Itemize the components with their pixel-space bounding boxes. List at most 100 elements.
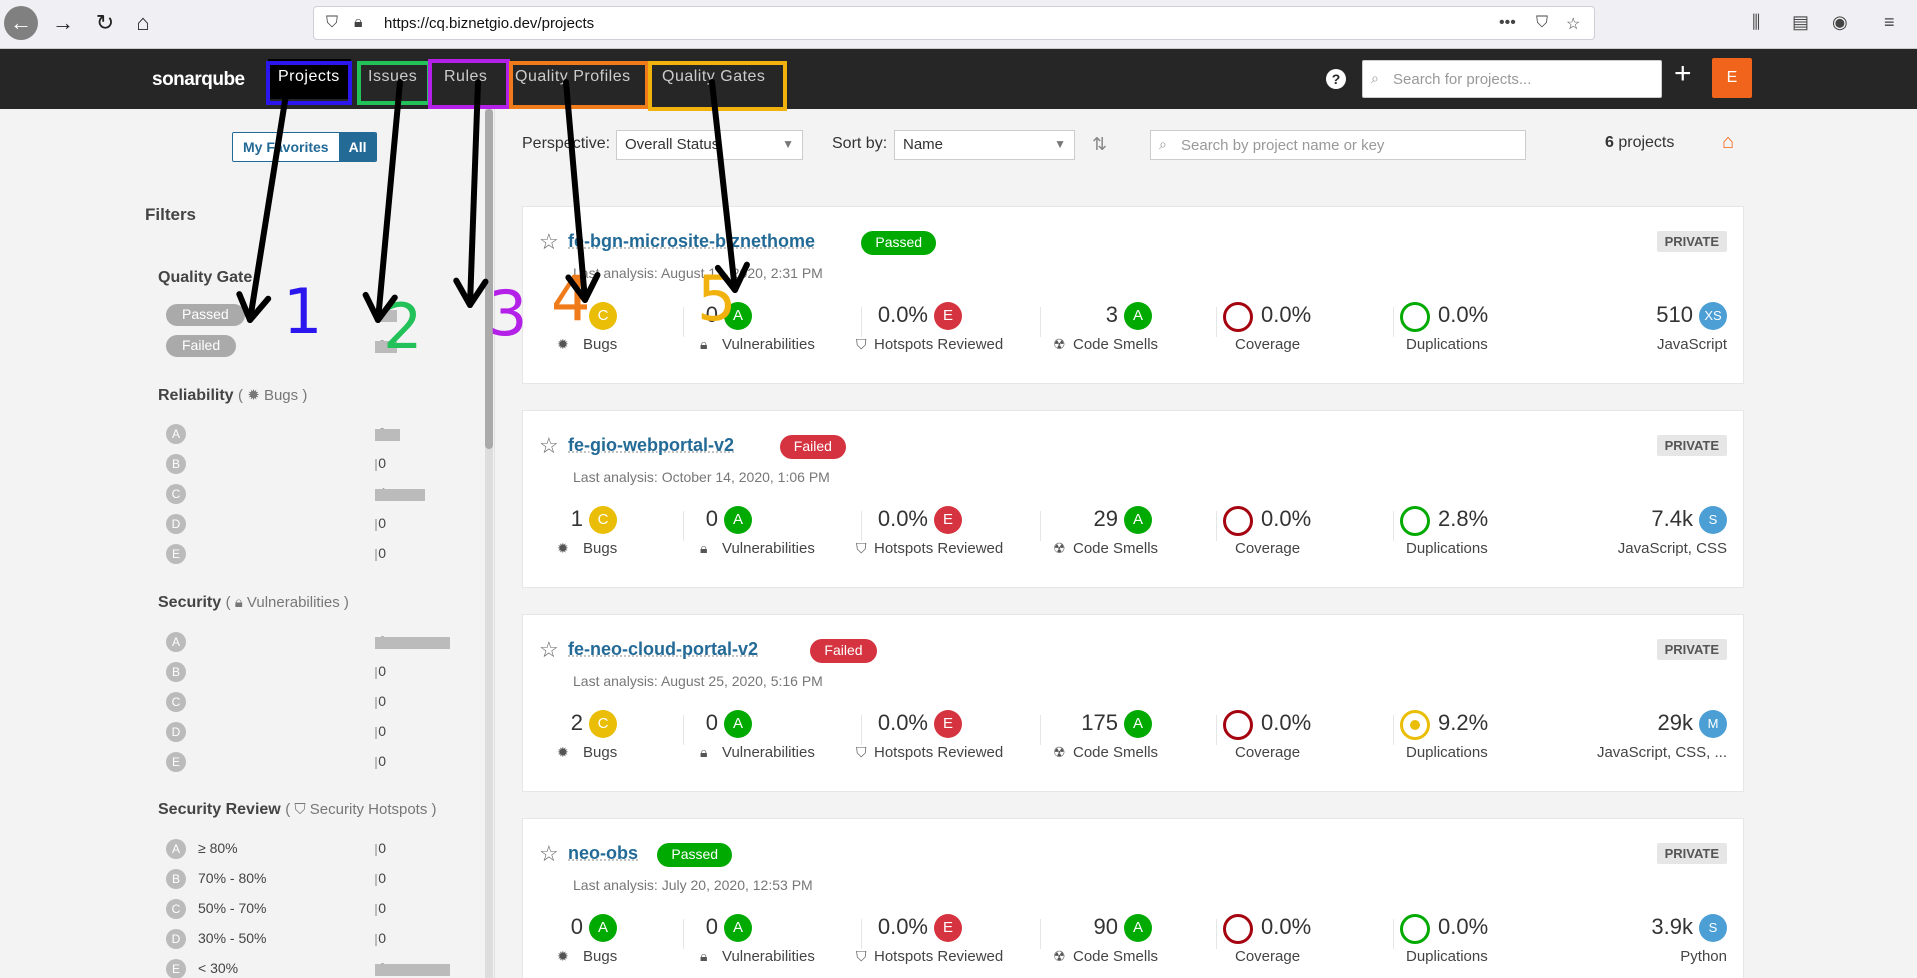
sidebar-toggle-icon[interactable]: ▤: [1792, 12, 1809, 33]
duplications-measure[interactable]: 0.0% Duplications: [1400, 914, 1550, 974]
project-search-input[interactable]: ⌕ Search by project name or key: [1150, 130, 1526, 160]
bugs-label: Bugs: [583, 744, 618, 761]
bookmark-star-icon[interactable]: ☆: [1566, 14, 1580, 34]
last-analysis: Last analysis: July 20, 2020, 12:53 PM: [573, 877, 813, 893]
back-arrow-icon[interactable]: ←: [4, 6, 38, 40]
filter-row[interactable]: E 0: [158, 543, 458, 565]
code-smells-measure[interactable]: 29 A ☢ Code Smells: [1043, 506, 1193, 566]
filter-row[interactable]: B 0: [158, 453, 458, 475]
coverage-measure[interactable]: 0.0% Coverage: [1223, 506, 1373, 566]
nav-quality-gates[interactable]: Quality Gates: [652, 59, 782, 99]
filter-row[interactable]: E < 30% 6: [158, 958, 458, 978]
size-measure[interactable]: 3.9k S Python: [1573, 914, 1733, 974]
project-name-link[interactable]: fe-bgn-microsite-biznethome: [568, 231, 815, 252]
star-favorite-icon[interactable]: ☆: [539, 229, 559, 255]
filter-row[interactable]: B 0: [158, 661, 458, 683]
home-icon[interactable]: ⌂: [126, 6, 160, 40]
help-icon[interactable]: ?: [1326, 69, 1346, 89]
smells-rating: A: [1124, 710, 1152, 738]
filter-row[interactable]: A 6: [158, 631, 458, 653]
coverage-measure[interactable]: 0.0% Coverage: [1223, 302, 1373, 362]
filter-row[interactable]: C 0: [158, 691, 458, 713]
nav-projects[interactable]: Projects: [268, 59, 351, 99]
filter-row[interactable]: C 4: [158, 483, 458, 505]
filter-count: 0: [378, 900, 386, 916]
hotspots-measure[interactable]: 0.0% E ⛉ Hotspots Reviewed: [856, 710, 1048, 770]
duplications-measure[interactable]: 9.2% Duplications: [1400, 710, 1550, 770]
pocket-icon[interactable]: ⛉: [1536, 14, 1548, 32]
my-favorites-button[interactable]: My Favorites: [233, 133, 339, 161]
sort-select[interactable]: Name ▼: [894, 130, 1075, 160]
nav-quality-profiles[interactable]: Quality Profiles: [505, 59, 645, 99]
duplications-measure[interactable]: 0.0% Duplications: [1400, 302, 1550, 362]
code-smells-measure[interactable]: 90 A ☢ Code Smells: [1043, 914, 1193, 974]
vulnerabilities-measure[interactable]: 0 A 🔒︎ Vulnerabilities: [688, 914, 838, 974]
star-favorite-icon[interactable]: ☆: [539, 841, 559, 867]
rating-range-label: < 30%: [198, 960, 239, 976]
nav-issues[interactable]: Issues: [358, 59, 430, 99]
filter-row[interactable]: A ≥ 80% 0: [158, 838, 458, 860]
code-smells-measure[interactable]: 3 A ☢ Code Smells: [1043, 302, 1193, 362]
bugs-measure[interactable]: 2 C ✹ Bugs: [543, 710, 693, 770]
filter-row[interactable]: C 50% - 70% 0: [158, 898, 458, 920]
filter-count: 0: [378, 723, 386, 739]
filter-count: 0: [378, 545, 386, 561]
size-measure[interactable]: 510 XS JavaScript: [1573, 302, 1733, 362]
coverage-measure[interactable]: 0.0% Coverage: [1223, 914, 1373, 974]
perspective-select[interactable]: Overall Status ▼: [616, 130, 803, 160]
project-name-link[interactable]: fe-gio-webportal-v2: [568, 435, 734, 456]
shield-icon: ⛉: [856, 540, 867, 556]
vulnerabilities-measure[interactable]: 0 A 🔒︎ Vulnerabilities: [688, 710, 838, 770]
filter-row[interactable]: D 0: [158, 721, 458, 743]
bugs-measure[interactable]: 1 C ✹ Bugs: [543, 506, 693, 566]
filter-row[interactable]: D 30% - 50% 0: [158, 928, 458, 950]
all-button[interactable]: All: [338, 133, 377, 161]
bugs-measure[interactable]: 0 A ✹ Bugs: [543, 914, 693, 974]
filter-row[interactable]: D 0: [158, 513, 458, 535]
annotation-number-2: 2: [383, 290, 423, 363]
sonarqube-logo[interactable]: sonarqube: [152, 69, 245, 91]
hotspots-measure[interactable]: 0.0% E ⛉ Hotspots Reviewed: [856, 506, 1048, 566]
filter-bar: [375, 874, 377, 886]
star-favorite-icon[interactable]: ☆: [539, 637, 559, 663]
url-text[interactable]: https://cq.biznetgio.dev/projects: [384, 15, 594, 32]
url-bar[interactable]: ⛉ 🔒︎ https://cq.biznetgio.dev/projects •…: [313, 6, 1595, 40]
project-name-link[interactable]: fe-neo-cloud-portal-v2: [568, 639, 758, 660]
lock-icon: 🔒︎: [700, 744, 708, 760]
filter-bar: [375, 757, 377, 769]
smells-value: 3: [1105, 302, 1118, 327]
filter-row[interactable]: B 70% - 80% 0: [158, 868, 458, 890]
library-icon[interactable]: ⫼: [1752, 12, 1760, 33]
nav-rules[interactable]: Rules: [434, 59, 506, 99]
size-rating: M: [1699, 710, 1727, 738]
size-measure[interactable]: 7.4k S JavaScript, CSS: [1573, 506, 1733, 566]
languages-label: Python: [1680, 948, 1727, 965]
project-name-link[interactable]: neo-obs: [568, 843, 638, 864]
rating-circle: E: [166, 959, 186, 978]
user-avatar[interactable]: E: [1712, 58, 1752, 98]
filter-row[interactable]: A 2: [158, 423, 458, 445]
create-plus-icon[interactable]: +: [1674, 57, 1692, 91]
more-icon[interactable]: •••: [1499, 14, 1516, 32]
vulnerabilities-measure[interactable]: 0 A 🔒︎ Vulnerabilities: [688, 506, 838, 566]
code-smells-measure[interactable]: 175 A ☢ Code Smells: [1043, 710, 1193, 770]
star-favorite-icon[interactable]: ☆: [539, 433, 559, 459]
coverage-value: 0.0%: [1261, 506, 1312, 531]
menu-icon[interactable]: ≡: [1884, 12, 1895, 33]
size-measure[interactable]: 29k M JavaScript, CSS, ...: [1573, 710, 1733, 770]
reload-icon[interactable]: ↻: [88, 6, 122, 40]
hotspots-measure[interactable]: 0.0% E ⛉ Hotspots Reviewed: [856, 302, 1048, 362]
coverage-measure[interactable]: 0.0% Coverage: [1223, 710, 1373, 770]
rating-range-label: 70% - 80%: [198, 870, 267, 886]
sidebar-scrollbar[interactable]: [485, 109, 493, 978]
account-icon[interactable]: ◉: [1832, 12, 1848, 33]
passed-pill: Passed: [166, 304, 245, 326]
hotspots-measure[interactable]: 0.0% E ⛉ Hotspots Reviewed: [856, 914, 1048, 974]
forward-arrow-icon[interactable]: →: [46, 6, 80, 40]
global-search-input[interactable]: ⌕ Search for projects...: [1362, 60, 1662, 98]
duplications-measure[interactable]: 2.8% Duplications: [1400, 506, 1550, 566]
bugs-rating: C: [589, 710, 617, 738]
sort-direction-icon[interactable]: ⇅: [1092, 134, 1107, 155]
home-icon[interactable]: ⌂: [1722, 131, 1734, 154]
filter-row[interactable]: E 0: [158, 751, 458, 773]
